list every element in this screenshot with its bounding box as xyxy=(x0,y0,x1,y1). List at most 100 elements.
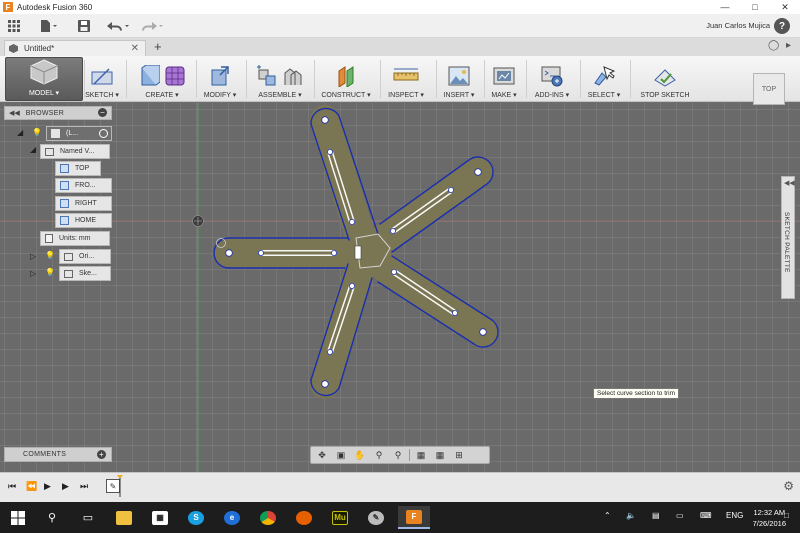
document-cube-icon xyxy=(9,44,18,53)
construct-menu[interactable]: CONSTRUCT ▾ xyxy=(318,56,374,102)
job-status-icon[interactable]: ◯ xyxy=(768,40,779,51)
undo-icon[interactable] xyxy=(104,18,132,34)
browser-view-home[interactable]: HOME xyxy=(55,213,112,228)
save-icon[interactable] xyxy=(76,18,92,34)
named-views-expand-icon[interactable]: ◢ xyxy=(30,145,36,154)
browser-sketches[interactable]: Ske... xyxy=(59,266,111,281)
workspace-switcher-model[interactable]: MODEL ▾ xyxy=(5,57,83,101)
show-hidden-icons-icon[interactable]: ⌃ xyxy=(604,511,611,520)
grid-settings-icon[interactable]: ▦ xyxy=(432,448,448,462)
assemble-menu[interactable]: ASSEMBLE ▾ xyxy=(250,56,310,102)
edge-icon[interactable]: e xyxy=(216,506,248,529)
battery-icon[interactable]: ▭ xyxy=(676,511,684,520)
timeline-marker-icon[interactable] xyxy=(117,475,123,497)
root-expand-icon[interactable]: ◢ xyxy=(17,128,23,137)
sketch-geometry[interactable] xyxy=(0,103,800,472)
browser-origin[interactable]: Ori... xyxy=(59,249,111,264)
visibility-bulb-icon[interactable]: 💡 xyxy=(45,251,55,260)
redo-icon[interactable] xyxy=(138,18,166,34)
language-indicator[interactable]: ENG xyxy=(726,511,743,520)
add-comment-icon[interactable]: + xyxy=(97,450,106,459)
sketch-palette-tab[interactable]: ◀◀ SKETCH PALETTE xyxy=(781,176,795,299)
task-view-icon[interactable]: ▭ xyxy=(72,506,104,529)
inkscape-icon[interactable]: ✎ xyxy=(360,506,392,529)
skype-icon[interactable]: S xyxy=(180,506,212,529)
windows-taskbar: ⚲ ▭ ▦ S e Mu ✎ F ⌃ 🔈 ▤ ▭ ⌨ ENG 12:32 AM … xyxy=(0,502,800,533)
stop-sketch-icon xyxy=(654,69,676,87)
file-explorer-icon[interactable] xyxy=(108,506,140,529)
system-clock[interactable]: 12:32 AM 7/26/2016 xyxy=(753,507,786,529)
create-menu[interactable]: CREATE ▾ xyxy=(132,56,192,102)
network-icon[interactable]: ▤ xyxy=(652,511,660,520)
sketch-canvas[interactable] xyxy=(0,103,800,472)
visibility-bulb-icon[interactable]: 💡 xyxy=(32,128,42,137)
form-mesh-icon xyxy=(165,66,185,86)
make-menu[interactable]: MAKE ▾ xyxy=(486,56,522,102)
collapse-panel-icon[interactable]: ◀◀ xyxy=(9,109,20,117)
new-component-icon xyxy=(257,65,276,86)
select-menu[interactable]: SELECT ▾ xyxy=(584,56,624,102)
modify-menu[interactable]: MODIFY ▾ xyxy=(200,56,240,102)
joint-icon xyxy=(284,68,302,85)
windows-start-icon[interactable] xyxy=(2,506,34,529)
timeline-go-start-icon[interactable]: ⏮ xyxy=(8,481,16,492)
viewports-icon[interactable]: ⊞ xyxy=(451,448,467,462)
timeline-go-end-icon[interactable]: ⏭ xyxy=(80,481,88,492)
orbit-icon[interactable]: ✥ xyxy=(314,448,330,462)
browser-named-views[interactable]: Named V... xyxy=(40,144,110,159)
close-tab-icon[interactable]: ✕ xyxy=(131,43,139,54)
model-cube-icon xyxy=(30,59,58,85)
browser-panel-header[interactable]: ◀◀ BROWSER − xyxy=(4,106,112,120)
fit-zoom-icon[interactable]: ⚲ xyxy=(390,448,406,462)
user-account-menu[interactable]: Juan Carlos Mujica xyxy=(706,21,770,30)
sketch-menu[interactable]: SKETCH ▾ xyxy=(85,56,119,102)
browser-units[interactable]: Units: mm xyxy=(40,231,110,246)
maximize-button[interactable]: □ xyxy=(740,0,770,14)
firefox-icon[interactable] xyxy=(288,506,320,529)
file-menu-icon[interactable] xyxy=(38,18,60,34)
activate-radio-icon[interactable] xyxy=(99,129,108,138)
timeline-settings-gear-icon[interactable]: ⚙ xyxy=(783,479,794,493)
close-window-button[interactable]: ✕ xyxy=(770,0,800,14)
action-center-icon[interactable]: □ xyxy=(784,511,789,520)
document-tab[interactable]: Untitled* ✕ xyxy=(4,40,146,56)
expand-palette-icon[interactable]: ◀◀ xyxy=(784,179,795,187)
browser-view-top[interactable]: TOP xyxy=(55,161,101,176)
minimize-button[interactable]: — xyxy=(710,0,740,14)
inspect-menu[interactable]: INSPECT ▾ xyxy=(384,56,428,102)
chrome-icon[interactable] xyxy=(252,506,284,529)
document-title: Untitled* xyxy=(24,44,55,53)
comments-panel-header[interactable]: COMMENTS + xyxy=(4,447,112,462)
browser-root-component[interactable]: (L... xyxy=(46,126,112,141)
display-settings-icon[interactable]: ▦ xyxy=(413,448,429,462)
five-arm-bracket[interactable] xyxy=(213,105,499,399)
timeline-step-back-icon[interactable]: ⏪ xyxy=(26,481,37,492)
insert-menu[interactable]: INSERT ▾ xyxy=(440,56,478,102)
origin-expand-icon[interactable]: ▷ xyxy=(30,252,36,261)
store-icon[interactable]: ▦ xyxy=(144,506,176,529)
new-tab-button[interactable]: + xyxy=(154,39,162,54)
viewcube[interactable]: TOP xyxy=(753,73,785,105)
timeline-play-icon[interactable]: ▶ xyxy=(44,481,51,492)
browser-view-front[interactable]: FRO... xyxy=(55,178,112,193)
zoom-icon[interactable]: ⚲ xyxy=(371,448,387,462)
volume-icon[interactable]: 🔈 xyxy=(626,511,636,520)
origin-point[interactable] xyxy=(192,215,204,227)
visibility-bulb-icon[interactable]: 💡 xyxy=(45,268,55,277)
search-icon[interactable]: ⚲ xyxy=(36,506,68,529)
browser-minimize-icon[interactable]: − xyxy=(98,108,107,117)
notifications-icon[interactable]: ▸ xyxy=(786,40,791,51)
browser-view-right[interactable]: RIGHT xyxy=(55,196,112,211)
component-icon xyxy=(51,129,60,138)
add-ins-menu[interactable]: ADD-INS ▾ xyxy=(530,56,574,102)
sketches-expand-icon[interactable]: ▷ xyxy=(30,269,36,278)
stop-sketch-button[interactable]: STOP SKETCH xyxy=(636,56,694,102)
look-at-icon[interactable]: ▣ xyxy=(333,448,349,462)
pan-hand-icon[interactable]: ✋ xyxy=(352,448,368,462)
keyboard-icon[interactable]: ⌨ xyxy=(700,511,712,520)
fusion-360-taskbar-icon[interactable]: F xyxy=(398,506,430,529)
muse-icon[interactable]: Mu xyxy=(324,506,356,529)
timeline-step-forward-icon[interactable]: ▶ xyxy=(62,481,69,492)
data-panel-grid-icon[interactable] xyxy=(6,18,22,34)
help-button[interactable]: ? xyxy=(774,18,790,34)
